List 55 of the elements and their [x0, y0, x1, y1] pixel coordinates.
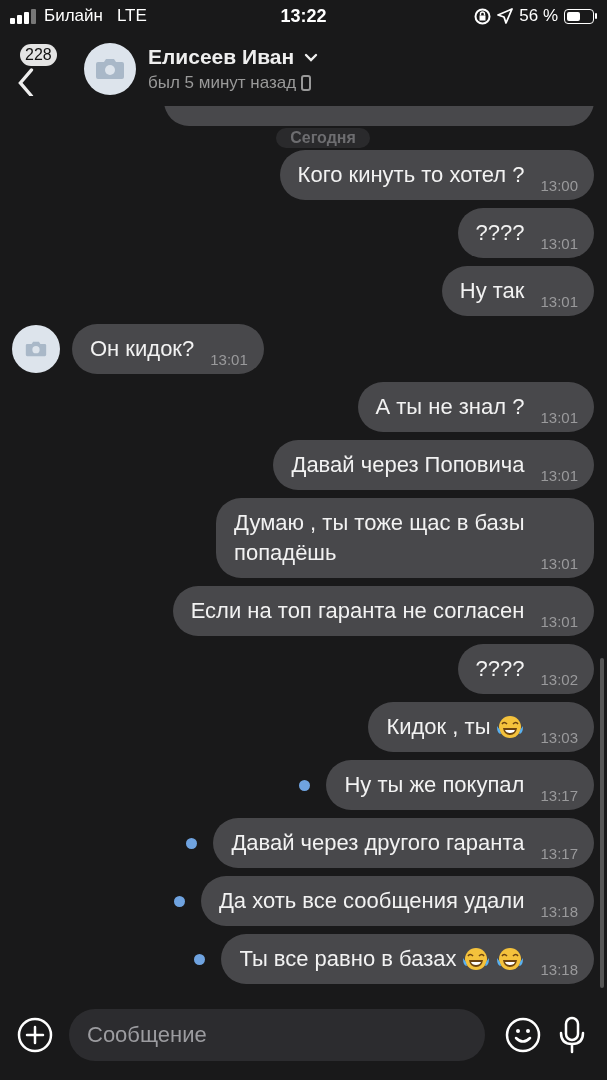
date-label: Сегодня [276, 128, 370, 148]
message-time: 13:00 [540, 177, 578, 194]
message-time: 13:03 [540, 729, 578, 746]
smiley-icon[interactable] [505, 1017, 541, 1053]
laughing-tears-emoji-icon [496, 945, 525, 973]
message-time: 13:01 [540, 409, 578, 426]
location-arrow-icon [497, 8, 514, 24]
back-icon[interactable] [16, 68, 34, 96]
message-text: Давай через Поповича [291, 451, 525, 479]
message-time: 13:01 [540, 467, 578, 484]
camera-icon [25, 341, 47, 357]
message-time: 13:18 [540, 903, 578, 920]
message-time: 13:01 [210, 351, 248, 368]
message-text: ???? [475, 655, 525, 683]
laughing-tears-emoji-icon [496, 713, 525, 741]
unread-count-badge: 228 [20, 44, 57, 66]
message-text: ???? [475, 219, 525, 247]
message-text: Давай через другого гаранта [231, 829, 525, 857]
clock-time: 13:22 [280, 5, 327, 27]
message-time: 13:02 [540, 671, 578, 688]
last-seen-text: был 5 минут назад [148, 73, 297, 93]
message-text: Кидок , ты [386, 713, 491, 741]
network-type: LTE [116, 6, 147, 26]
phone-icon [301, 75, 312, 91]
message-time: 13:01 [540, 555, 578, 572]
carrier-name: Билайн [44, 6, 103, 26]
message-text: Думаю , ты тоже щас в базы попадёшь [234, 509, 525, 567]
message-text: Кого кинуть то хотел ? [297, 161, 525, 189]
chevron-down-icon[interactable] [304, 52, 319, 62]
signal-icon [10, 8, 38, 24]
message-time: 13:01 [540, 235, 578, 252]
avatar[interactable] [84, 43, 136, 95]
message-time: 13:01 [540, 293, 578, 310]
camera-icon [95, 58, 125, 80]
back-button[interactable]: 228 [12, 44, 72, 94]
message-time: 13:01 [540, 613, 578, 630]
battery-percent: 56 % [519, 6, 558, 26]
message-text: А ты не знал ? [375, 393, 525, 421]
message-time: 13:17 [540, 845, 578, 862]
message-input[interactable]: Сообщение [69, 1009, 485, 1061]
message-text: Он кидок? [90, 335, 195, 363]
avatar[interactable] [12, 325, 60, 373]
message-time: 13:18 [540, 961, 578, 978]
contact-name[interactable]: Елисеев Иван [148, 45, 295, 69]
message-text: Ты все равно в базах [239, 945, 457, 973]
laughing-tears-emoji-icon [462, 945, 491, 973]
message-text: Если на топ гаранта не согласен [190, 597, 525, 625]
message-time: 13:17 [540, 787, 578, 804]
rotation-lock-icon [474, 7, 492, 25]
microphone-icon[interactable] [557, 1016, 587, 1054]
add-attachment-icon[interactable] [17, 1017, 53, 1053]
battery-icon [564, 8, 597, 24]
message-text: Ну так [459, 277, 525, 305]
message-text: Да хоть все сообщения удали [218, 887, 525, 915]
message-text: Ну ты же покупал [344, 771, 525, 799]
